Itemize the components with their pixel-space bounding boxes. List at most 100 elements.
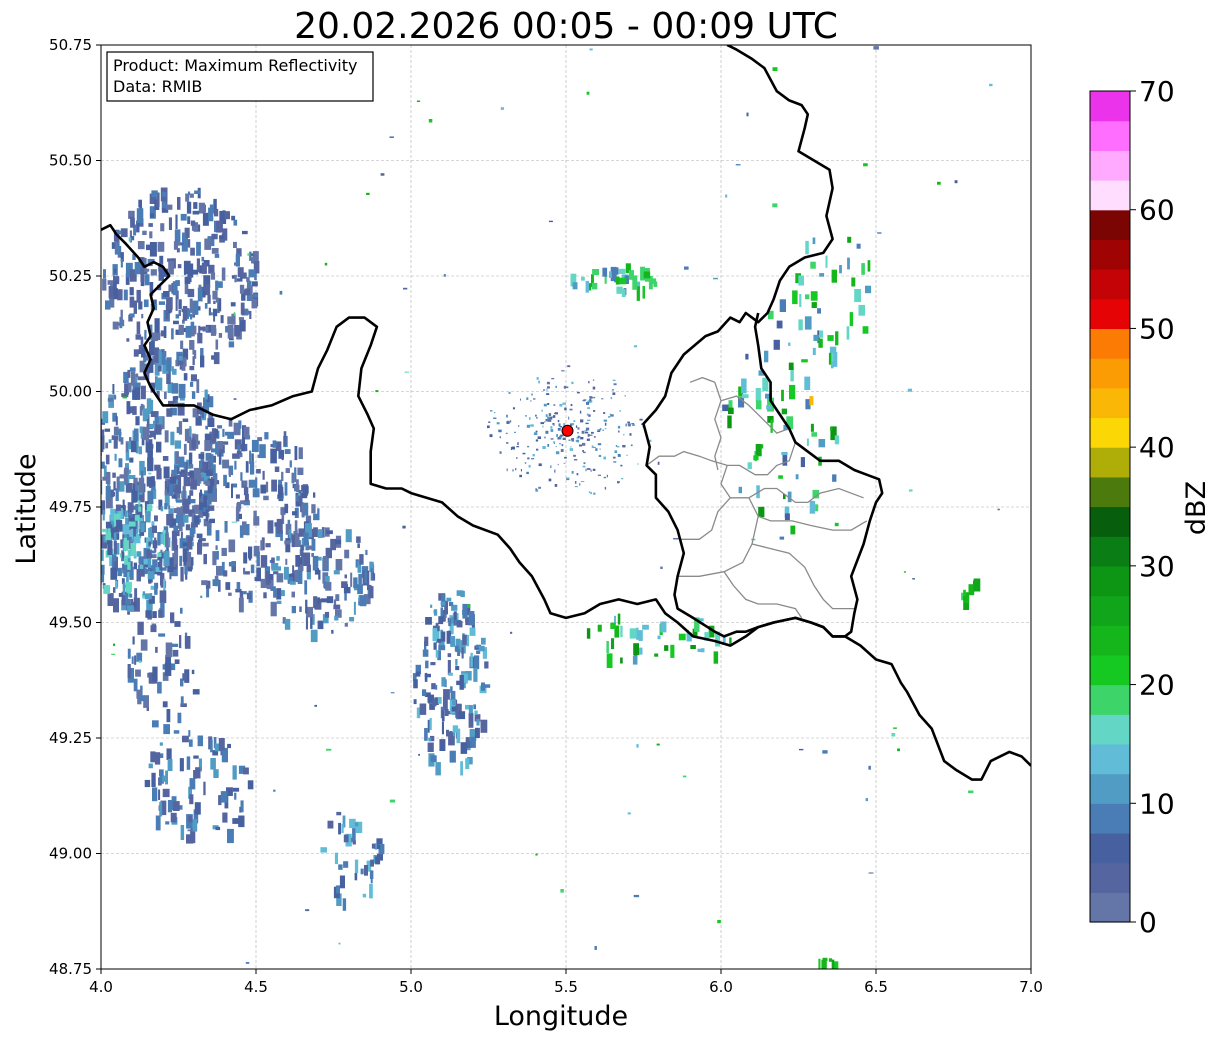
echo-cell bbox=[135, 669, 141, 677]
echo-cell bbox=[188, 815, 193, 823]
echo-cell bbox=[193, 202, 198, 209]
isolated-echo bbox=[725, 194, 728, 198]
echo-cell bbox=[163, 466, 170, 479]
clutter-cell bbox=[544, 436, 546, 439]
clutter-cell bbox=[550, 465, 552, 469]
echo-cell bbox=[157, 532, 161, 546]
echo-cell bbox=[227, 743, 231, 749]
echo-cell bbox=[123, 564, 128, 577]
echo-cell bbox=[781, 389, 784, 402]
echo-cell bbox=[476, 719, 480, 726]
echo-cell bbox=[172, 368, 177, 375]
colorbar-segment bbox=[1090, 209, 1130, 240]
echo-cell bbox=[182, 418, 189, 422]
echo-cell bbox=[238, 597, 244, 613]
echo-cell bbox=[181, 472, 188, 477]
clutter-cell bbox=[511, 446, 515, 450]
echo-cell bbox=[113, 598, 119, 613]
isolated-echo bbox=[128, 237, 132, 242]
echo-cell bbox=[110, 567, 118, 580]
clutter-cell bbox=[591, 431, 594, 434]
echo-cell bbox=[653, 281, 658, 287]
echo-cell bbox=[485, 684, 491, 688]
echo-cell bbox=[617, 613, 621, 625]
echo-cell bbox=[138, 557, 144, 563]
echo-cell bbox=[227, 324, 234, 339]
isolated-echo bbox=[366, 192, 370, 195]
isolated-echo bbox=[877, 232, 882, 234]
echo-cell bbox=[166, 408, 173, 417]
echo-cell bbox=[193, 350, 197, 359]
echo-cell bbox=[620, 625, 623, 638]
clutter-cell bbox=[565, 386, 569, 389]
echo-cell bbox=[602, 267, 608, 277]
clutter-cell bbox=[516, 446, 520, 448]
echo-cell bbox=[236, 278, 243, 282]
clutter-cell bbox=[554, 469, 556, 473]
echo-cell bbox=[133, 562, 138, 570]
echo-cell bbox=[835, 331, 839, 346]
echo-cell bbox=[208, 207, 214, 222]
echo-cell bbox=[353, 577, 358, 589]
echo-cell bbox=[210, 272, 216, 280]
isolated-echo bbox=[390, 692, 395, 694]
isolated-echo bbox=[684, 266, 689, 270]
echo-cell bbox=[215, 297, 220, 303]
echo-cell bbox=[129, 457, 134, 463]
isolated-echo bbox=[834, 522, 839, 527]
echo-cell bbox=[134, 588, 138, 599]
clutter-cell bbox=[579, 444, 582, 447]
echo-cell bbox=[182, 673, 188, 681]
echo-cell bbox=[138, 500, 141, 506]
echo-cell bbox=[105, 454, 110, 465]
echo-cell bbox=[220, 791, 228, 803]
echo-cell bbox=[238, 317, 244, 321]
echo-cell bbox=[132, 483, 136, 492]
echo-cell bbox=[438, 616, 444, 625]
isolated-echo bbox=[891, 733, 896, 737]
clutter-cell bbox=[568, 439, 571, 441]
echo-cell bbox=[147, 571, 155, 580]
isolated-echo bbox=[717, 919, 721, 924]
echo-cell bbox=[197, 735, 203, 747]
echo-cell bbox=[335, 539, 342, 545]
colorbar-segment bbox=[1090, 684, 1130, 715]
echo-cell bbox=[302, 486, 308, 499]
echo-cell bbox=[128, 211, 134, 217]
echo-cell bbox=[778, 475, 783, 479]
colorbar-segment bbox=[1090, 743, 1130, 775]
echo-cell bbox=[246, 524, 250, 536]
echo-cell bbox=[452, 698, 456, 706]
echo-cell bbox=[159, 561, 162, 571]
echo-cell bbox=[218, 738, 225, 751]
isolated-echo bbox=[389, 799, 396, 803]
echo-cell bbox=[130, 440, 137, 453]
clutter-cell bbox=[632, 424, 635, 426]
clutter-cell bbox=[498, 429, 502, 433]
echo-cell bbox=[367, 584, 372, 591]
echo-cell bbox=[218, 333, 223, 338]
clutter-cell bbox=[592, 468, 596, 471]
echo-cell bbox=[611, 638, 615, 650]
echo-cell bbox=[349, 818, 356, 828]
echo-cell bbox=[168, 260, 174, 275]
echo-cell bbox=[260, 484, 267, 494]
clutter-cell bbox=[572, 423, 575, 426]
echo-cell bbox=[805, 294, 810, 300]
echo-cell bbox=[419, 703, 427, 715]
echo-cell bbox=[249, 450, 252, 464]
echo-cell bbox=[175, 451, 179, 464]
echo-cell bbox=[194, 802, 201, 815]
echo-cell bbox=[432, 628, 438, 642]
echo-cell bbox=[188, 730, 191, 737]
clutter-cell bbox=[585, 422, 589, 425]
echo-cell bbox=[847, 236, 852, 243]
echo-cell bbox=[610, 622, 616, 629]
echo-cell bbox=[120, 228, 128, 238]
colorbar-tick-label: 10 bbox=[1139, 787, 1175, 820]
clutter-cell bbox=[543, 389, 546, 391]
echo-cell bbox=[239, 272, 247, 279]
echo-cell bbox=[215, 339, 219, 350]
echo-cell bbox=[128, 521, 136, 527]
echo-cell bbox=[243, 767, 249, 775]
